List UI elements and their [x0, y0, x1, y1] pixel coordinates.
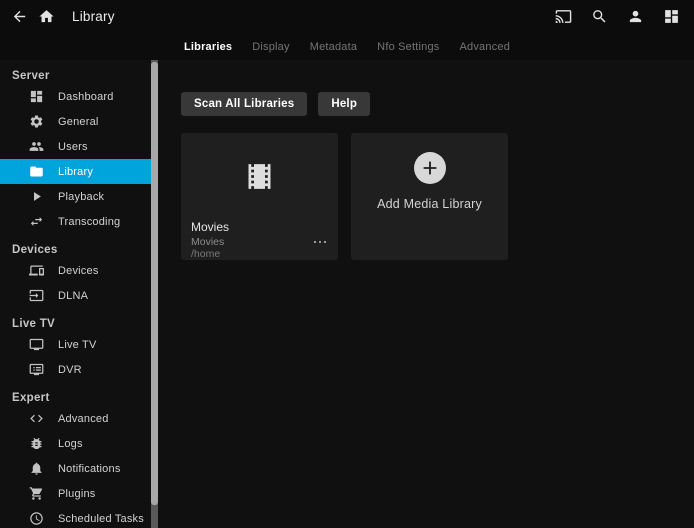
sidebar-item-devices[interactable]: Devices [0, 258, 158, 283]
users-icon [29, 139, 44, 154]
sidebar-item-label: Devices [58, 265, 99, 277]
main-content: Scan All Libraries Help Movies Movies /h… [181, 60, 694, 528]
tab-libraries[interactable]: Libraries [184, 41, 232, 53]
add-media-library-card[interactable]: Add Media Library [351, 133, 508, 260]
arrow-back-icon[interactable] [10, 8, 28, 26]
sidebar-item-dlna[interactable]: DLNA [0, 283, 158, 308]
sidebar-item-label: DLNA [58, 290, 88, 302]
play-icon [29, 189, 44, 204]
sidebar-section-live-tv: Live TV [0, 317, 158, 331]
sidebar-item-dashboard[interactable]: Dashboard [0, 84, 158, 109]
library-card-movies[interactable]: Movies Movies /home [181, 133, 338, 260]
swap-arrows-icon [29, 214, 44, 229]
input-icon [29, 288, 44, 303]
scrollbar-thumb[interactable] [151, 62, 158, 505]
sidebar-item-general[interactable]: General [0, 109, 158, 134]
sidebar-item-label: Dashboard [58, 91, 114, 103]
film-strip-icon [181, 139, 338, 213]
devices-icon [29, 263, 44, 278]
sidebar-item-label: Users [58, 141, 88, 153]
sidebar-item-label: Scheduled Tasks [58, 513, 144, 525]
sidebar-item-label: Plugins [58, 488, 95, 500]
search-icon[interactable] [590, 8, 608, 26]
page-title: Library [72, 9, 115, 24]
folder-icon [29, 164, 44, 179]
tab-display[interactable]: Display [252, 41, 289, 53]
sidebar-item-playback[interactable]: Playback [0, 184, 158, 209]
bug-icon [29, 436, 44, 451]
top-app-bar: Library [0, 0, 694, 33]
sidebar-item-label: DVR [58, 364, 82, 376]
library-cards: Movies Movies /home Add Media Library [181, 133, 508, 260]
sidebar-item-plugins[interactable]: Plugins [0, 481, 158, 506]
plus-icon [414, 152, 446, 184]
sidebar-item-label: Logs [58, 438, 83, 450]
sidebar-item-dvr[interactable]: DVR [0, 357, 158, 382]
sidebar-item-live-tv[interactable]: Live TV [0, 332, 158, 357]
help-button[interactable]: Help [318, 92, 370, 116]
sidebar-item-advanced[interactable]: Advanced [0, 406, 158, 431]
tab-metadata[interactable]: Metadata [310, 41, 357, 53]
sidebar-item-label: Library [58, 166, 93, 178]
library-card-text: Movies Movies /home [181, 213, 338, 260]
tv-icon [29, 337, 44, 352]
sidebar-section-server: Server [0, 69, 158, 83]
sidebar-item-logs[interactable]: Logs [0, 431, 158, 456]
sidebar-section-devices: Devices [0, 243, 158, 257]
sidebar-scrollbar[interactable] [151, 60, 158, 528]
library-card-path: /home [191, 248, 328, 260]
clock-icon [29, 511, 44, 526]
sidebar-item-label: General [58, 116, 99, 128]
bell-icon [29, 461, 44, 476]
library-actions: Scan All Libraries Help [181, 92, 370, 116]
sidebar-item-label: Playback [58, 191, 104, 203]
dashboard-grid-icon[interactable] [662, 8, 680, 26]
topbar-actions [554, 8, 684, 26]
dashboard-grid-icon [29, 89, 44, 104]
sidebar-section-expert: Expert [0, 391, 158, 405]
sidebar-item-label: Transcoding [58, 216, 120, 228]
code-icon [29, 411, 44, 426]
library-card-title: Movies [191, 221, 328, 234]
scan-all-libraries-button[interactable]: Scan All Libraries [181, 92, 307, 116]
add-card-label: Add Media Library [377, 197, 482, 211]
sidebar-item-library[interactable]: Library [0, 159, 158, 184]
library-card-subtitle: Movies [191, 236, 224, 248]
dvr-icon [29, 362, 44, 377]
sidebar-item-transcoding[interactable]: Transcoding [0, 209, 158, 234]
sidebar-item-notifications[interactable]: Notifications [0, 456, 158, 481]
admin-sidebar: Server Dashboard General Users Library P… [0, 60, 158, 528]
sidebar-item-label: Live TV [58, 339, 97, 351]
tab-nfo-settings[interactable]: Nfo Settings [377, 41, 439, 53]
jellyfin-admin-page: Library Libraries Display Metadata Nfo S… [0, 0, 694, 528]
sidebar-item-users[interactable]: Users [0, 134, 158, 159]
settings-tabstrip: Libraries Display Metadata Nfo Settings … [0, 33, 694, 60]
user-icon[interactable] [626, 8, 644, 26]
tab-advanced[interactable]: Advanced [460, 41, 511, 53]
sidebar-item-label: Notifications [58, 463, 121, 475]
sidebar-item-label: Advanced [58, 413, 109, 425]
gear-icon [29, 114, 44, 129]
home-icon[interactable] [37, 8, 55, 26]
cast-icon[interactable] [554, 8, 572, 26]
cart-icon [29, 486, 44, 501]
sidebar-item-scheduled-tasks[interactable]: Scheduled Tasks [0, 506, 158, 528]
ellipsis-menu-button[interactable] [312, 238, 329, 247]
